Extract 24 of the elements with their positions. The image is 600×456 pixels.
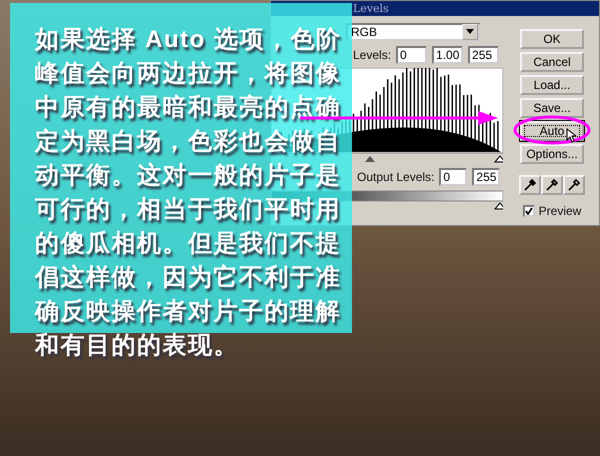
dialog-button[interactable]: Save... — [520, 98, 584, 118]
input-level-field[interactable]: 255 — [468, 46, 500, 64]
output-levels-label: Output Levels: — [357, 170, 434, 184]
dialog-button[interactable]: OK — [520, 29, 584, 49]
input-level-field[interactable]: 1.00 — [432, 46, 464, 64]
eyedropper-button[interactable] — [563, 175, 585, 195]
dialog-button[interactable]: Load... — [520, 75, 584, 95]
dialog-title: Levels — [353, 2, 389, 15]
caret-icon — [466, 29, 474, 34]
eyedropper-icon — [524, 179, 536, 191]
dialog-button[interactable]: Options... — [520, 144, 584, 164]
input-level-field[interactable]: 0 — [396, 46, 428, 64]
preview-checkbox[interactable] — [522, 205, 535, 217]
output-level-field[interactable]: 0 — [439, 168, 468, 186]
eyedropper-icon — [568, 179, 580, 191]
dialog-button[interactable]: Cancel — [520, 52, 584, 72]
eyedropper-button[interactable] — [519, 175, 541, 195]
eyedropper-button[interactable] — [541, 175, 563, 195]
preview-label: Preview — [538, 204, 582, 218]
slider-handle[interactable] — [365, 156, 375, 162]
eyedropper-icon — [546, 179, 558, 191]
output-level-field[interactable]: 255 — [472, 168, 500, 186]
cursor-icon — [566, 128, 576, 143]
input-levels-label: Levels: — [353, 48, 392, 62]
